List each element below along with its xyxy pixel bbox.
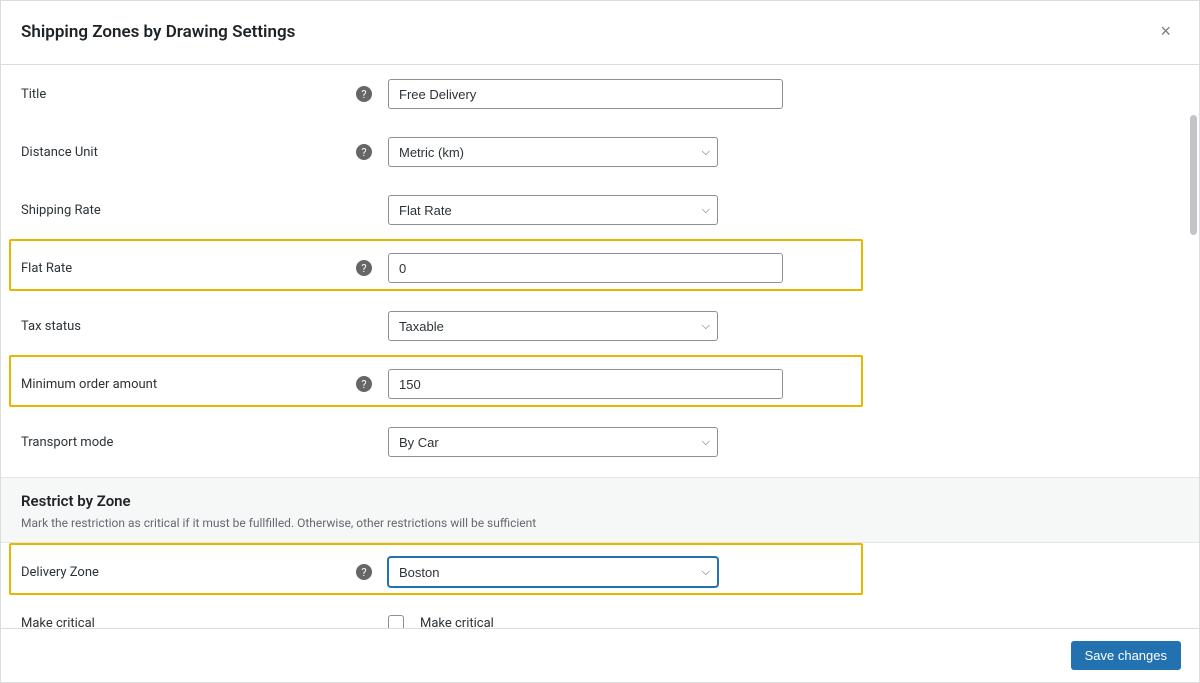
help-spacer [356,318,372,334]
delivery-zone-label: Delivery Zone [21,565,356,580]
help-icon[interactable]: ? [356,86,372,102]
help-spacer [356,434,372,450]
help-icon[interactable]: ? [356,260,372,276]
distance-unit-input-col: ? ⌵ [356,137,718,167]
tax-status-input-col: ⌵ [356,311,718,341]
make-critical-input-col: Make critical [356,615,494,628]
flat-rate-input[interactable] [388,253,783,283]
tax-status-select[interactable]: ⌵ [388,311,718,341]
row-distance-unit: Distance Unit ? ⌵ [1,123,1199,181]
shipping-rate-value[interactable] [388,195,718,225]
make-critical-checkbox[interactable] [388,615,404,628]
distance-unit-value[interactable] [388,137,718,167]
delivery-zone-input-col: ? ⌵ [356,557,718,587]
restrict-zone-desc: Mark the restriction as critical if it m… [21,516,1179,530]
row-delivery-zone: Delivery Zone ? ⌵ [1,543,1199,601]
shipping-rate-select[interactable]: ⌵ [388,195,718,225]
restrict-zone-title: Restrict by Zone [21,492,1179,510]
modal-title: Shipping Zones by Drawing Settings [21,22,295,42]
settings-modal: Shipping Zones by Drawing Settings × Tit… [0,0,1200,683]
transport-mode-value[interactable] [388,427,718,457]
delivery-zone-value[interactable] [388,557,718,587]
flat-rate-input-col: ? [356,253,783,283]
row-shipping-rate: Shipping Rate ⌵ [1,181,1199,239]
title-input[interactable] [388,79,783,109]
min-order-input-col: ? [356,369,783,399]
modal-footer: Save changes [1,628,1199,682]
close-button[interactable]: × [1152,17,1179,46]
row-tax-status: Tax status ⌵ [1,297,1199,355]
transport-mode-input-col: ⌵ [356,427,718,457]
save-changes-button[interactable]: Save changes [1071,641,1181,670]
row-make-critical: Make critical Make critical [1,601,1199,628]
help-spacer [356,615,372,628]
modal-body[interactable]: Title ? Distance Unit ? ⌵ [1,65,1199,628]
row-transport-mode: Transport mode ⌵ [1,413,1199,471]
tax-status-value[interactable] [388,311,718,341]
delivery-zone-select[interactable]: ⌵ [388,557,718,587]
form-body: Title ? Distance Unit ? ⌵ [1,65,1199,628]
row-flat-rate: Flat Rate ? [1,239,1199,297]
distance-unit-label: Distance Unit [21,145,356,160]
shipping-rate-label: Shipping Rate [21,203,356,218]
help-icon[interactable]: ? [356,144,372,160]
modal-header: Shipping Zones by Drawing Settings × [1,1,1199,65]
transport-mode-select[interactable]: ⌵ [388,427,718,457]
shipping-rate-input-col: ⌵ [356,195,718,225]
row-min-order: Minimum order amount ? [1,355,1199,413]
help-spacer [356,202,372,218]
distance-unit-select[interactable]: ⌵ [388,137,718,167]
tax-status-label: Tax status [21,319,356,334]
help-icon[interactable]: ? [356,376,372,392]
make-critical-checkbox-label: Make critical [420,616,494,629]
transport-mode-label: Transport mode [21,435,356,450]
section-restrict-zone: Restrict by Zone Mark the restriction as… [1,477,1199,543]
title-label: Title [21,87,356,102]
help-icon[interactable]: ? [356,564,372,580]
make-critical-label: Make critical [21,616,356,629]
min-order-input[interactable] [388,369,783,399]
title-input-col: ? [356,79,783,109]
row-title: Title ? [1,65,1199,123]
min-order-label: Minimum order amount [21,377,356,392]
flat-rate-label: Flat Rate [21,261,356,276]
